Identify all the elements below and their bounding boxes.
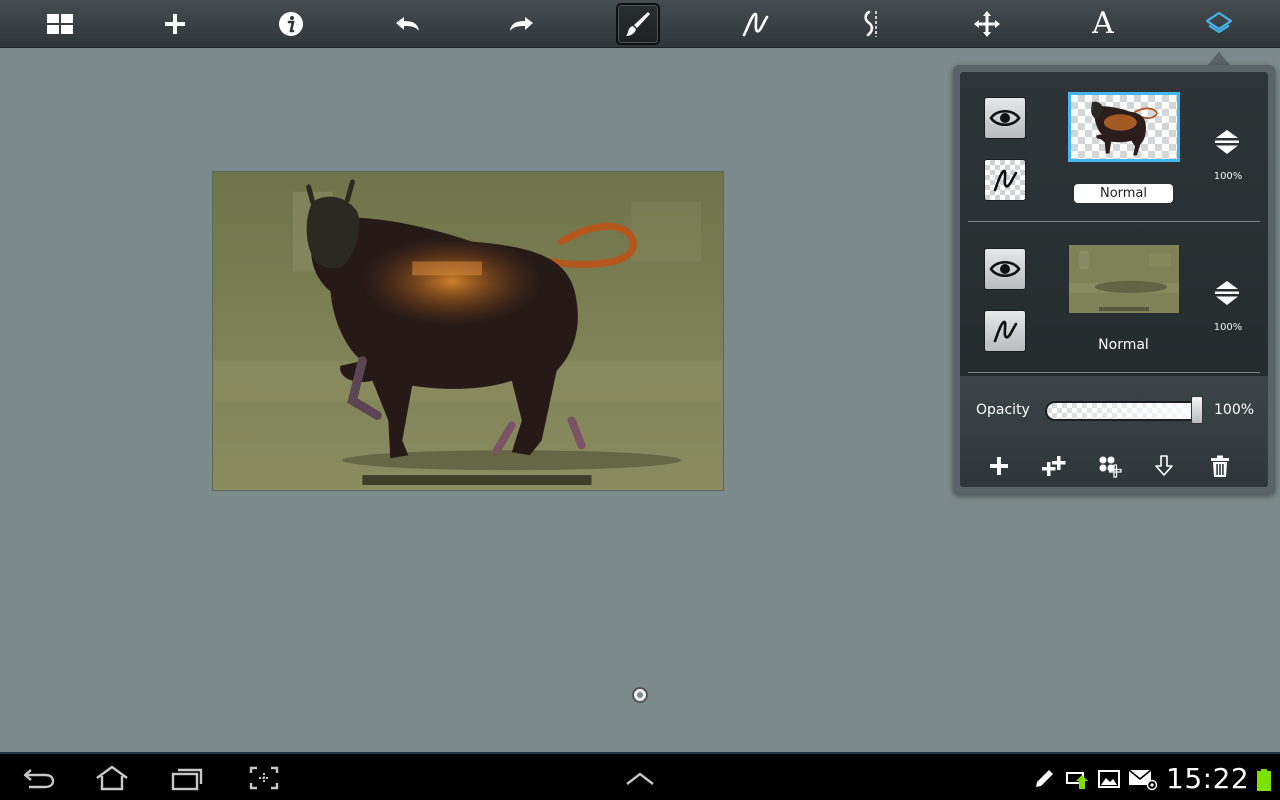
stroke-icon — [742, 12, 769, 37]
layer-alpha-lock-button[interactable] — [984, 310, 1026, 352]
layer-alpha-lock-button[interactable] — [984, 159, 1026, 201]
duplicate-layer-icon — [1042, 456, 1066, 476]
recent-apps-button[interactable] — [165, 763, 209, 793]
layers-panel-pointer — [1207, 52, 1231, 66]
recent-apps-icon — [171, 768, 203, 791]
stroke-icon — [993, 169, 1018, 192]
gallery-icon — [47, 14, 73, 34]
opacity-slider-thumb[interactable] — [1191, 396, 1203, 424]
layer-row[interactable]: Normal 100% — [960, 223, 1268, 373]
reorder-icon — [1215, 130, 1239, 154]
layer-thumbnail[interactable] — [1069, 245, 1179, 313]
reorder-icon — [1215, 281, 1239, 305]
symmetry-icon — [864, 10, 877, 37]
undo-button[interactable] — [385, 3, 429, 45]
opacity-value: 100% — [1214, 402, 1255, 418]
drawing-canvas[interactable] — [212, 171, 724, 491]
merge-down-button[interactable] — [1146, 448, 1182, 484]
redo-icon — [510, 17, 533, 31]
home-icon — [96, 765, 128, 791]
text-button[interactable]: A — [1081, 3, 1125, 45]
layer-opacity: 100% — [1213, 171, 1243, 182]
opacity-slider[interactable] — [1045, 401, 1203, 421]
layer-reorder-handle[interactable] — [1213, 279, 1241, 307]
sync-status — [1064, 766, 1090, 792]
layers-icon — [1205, 11, 1233, 34]
layer-blend-mode[interactable]: Normal — [1074, 336, 1173, 355]
layer-divider — [968, 372, 1260, 373]
delete-layer-button[interactable] — [1202, 448, 1238, 484]
add-layer-button[interactable] — [981, 448, 1017, 484]
add-layer-icon — [990, 457, 1008, 475]
layer-actions-bar — [960, 448, 1268, 487]
system-navigation-bar: 15:22 — [0, 752, 1280, 800]
info-button[interactable] — [269, 3, 313, 45]
trash-icon — [1211, 455, 1229, 477]
image-icon — [1098, 770, 1120, 788]
duplicate-layer-button[interactable] — [1036, 448, 1072, 484]
eye-icon — [989, 109, 1021, 127]
layer-blend-mode[interactable]: Normal — [1074, 184, 1173, 203]
stroke-button[interactable] — [733, 3, 777, 45]
layer-opacity: 100% — [1213, 322, 1243, 333]
email-icon — [1128, 769, 1158, 791]
pen-icon — [1036, 770, 1053, 787]
top-toolbar: A — [0, 0, 1280, 48]
screenshot-button[interactable] — [242, 763, 286, 793]
sync-icon — [1066, 772, 1088, 789]
opacity-label: Opacity — [976, 402, 1030, 418]
screenshot-icon — [249, 766, 279, 790]
app-tray-button[interactable] — [618, 763, 662, 793]
layer-reorder-handle[interactable] — [1213, 128, 1241, 156]
bull-painting — [213, 172, 723, 490]
layer-thumbnail[interactable] — [1068, 92, 1180, 162]
layer-visibility-button[interactable] — [984, 97, 1026, 139]
status-clock: 15:22 — [1166, 762, 1250, 795]
pen-status — [1031, 766, 1057, 792]
text-icon: A — [1092, 6, 1114, 41]
new-button[interactable] — [153, 3, 197, 45]
layer-visibility-button[interactable] — [984, 248, 1026, 290]
layer-row[interactable]: Normal 100% — [960, 72, 1268, 222]
add-image-layer-icon — [1099, 456, 1122, 478]
redo-button[interactable] — [500, 3, 544, 45]
bull-layer-thumbnail — [1091, 101, 1158, 156]
brush-icon — [626, 12, 650, 36]
brush-button[interactable] — [616, 3, 660, 45]
gallery-button[interactable] — [38, 3, 82, 45]
canvas-cursor — [632, 687, 648, 703]
home-button[interactable] — [90, 763, 134, 793]
undo-icon — [396, 17, 419, 31]
opacity-slider-fill — [1047, 403, 1201, 419]
chevron-up-icon — [626, 772, 654, 785]
eye-icon — [989, 260, 1021, 278]
symmetry-button[interactable] — [848, 3, 892, 45]
add-image-layer-button[interactable] — [1091, 448, 1127, 484]
plus-icon — [165, 14, 185, 34]
move-icon — [974, 11, 1000, 37]
email-notification — [1127, 766, 1159, 792]
layers-list: Normal 100% Normal 100% Opacity 100% — [960, 72, 1268, 487]
back-button[interactable] — [17, 763, 61, 793]
background-layer-thumbnail — [1069, 245, 1179, 313]
layers-panel: Normal 100% Normal 100% Opacity 100% — [953, 65, 1275, 494]
merge-down-icon — [1155, 455, 1173, 476]
gallery-notification — [1096, 766, 1122, 792]
info-icon — [279, 12, 303, 36]
transform-button[interactable] — [965, 3, 1009, 45]
battery-icon — [1257, 769, 1271, 791]
layer-controls: Opacity 100% — [960, 376, 1268, 487]
layer-divider — [968, 221, 1260, 222]
back-icon — [23, 769, 55, 789]
layers-button[interactable] — [1197, 3, 1241, 45]
stroke-icon — [993, 320, 1018, 343]
